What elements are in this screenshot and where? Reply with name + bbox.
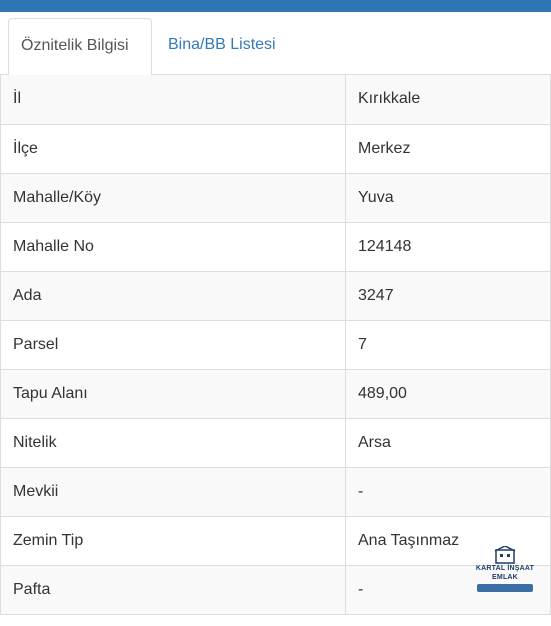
attribute-value: 7 [345, 319, 551, 370]
attribute-key: Mevkii [0, 466, 346, 517]
table-row: İlçe Merkez [0, 123, 551, 174]
tab-building-list[interactable]: Bina/BB Listesi [156, 18, 306, 75]
attribute-value: 124148 [345, 221, 551, 272]
table-row: İl Kırıkkale [0, 75, 551, 125]
attribute-key: İl [0, 75, 346, 125]
attribute-key: Mahalle/Köy [0, 172, 346, 223]
attribute-key: Pafta [0, 564, 346, 615]
attribute-value: - [345, 466, 551, 517]
building-logo-icon [494, 545, 516, 564]
table-row: Tapu Alanı 489,00 [0, 368, 551, 419]
table-row: Zemin Tip Ana Taşınmaz [0, 515, 551, 566]
attribute-key: Mahalle No [0, 221, 346, 272]
table-row: Mahalle No 124148 [0, 221, 551, 272]
attribute-value: Merkez [345, 123, 551, 174]
attribute-value: 3247 [345, 270, 551, 321]
table-row: Parsel 7 [0, 319, 551, 370]
attribute-table: İl Kırıkkale İlçe Merkez Mahalle/Köy Yuv… [0, 75, 551, 615]
attribute-key: İlçe [0, 123, 346, 174]
table-row: Pafta - [0, 564, 551, 615]
attribute-key: Zemin Tip [0, 515, 346, 566]
attribute-value: Kırıkkale [345, 75, 551, 125]
table-row: Mevkii - [0, 466, 551, 517]
table-row: Nitelik Arsa [0, 417, 551, 468]
table-row: Mahalle/Köy Yuva [0, 172, 551, 223]
top-header-bar [0, 0, 551, 12]
attribute-value: Arsa [345, 417, 551, 468]
attribute-key: Parsel [0, 319, 346, 370]
tab-attribute-info[interactable]: Öznitelik Bilgisi [8, 18, 152, 76]
attribute-key: Tapu Alanı [0, 368, 346, 419]
attribute-key: Ada [0, 270, 346, 321]
attribute-value: Yuva [345, 172, 551, 223]
logo-text-line1: KARTAL İNŞAAT [475, 565, 535, 572]
logo-text-line2: EMLAK [492, 574, 518, 581]
attribute-key: Nitelik [0, 417, 346, 468]
tab-bar: Öznitelik Bilgisi Bina/BB Listesi [0, 12, 551, 76]
attribute-value: 489,00 [345, 368, 551, 419]
logo-base-bar [477, 584, 533, 592]
kartal-logo: KARTAL İNŞAAT EMLAK [473, 545, 537, 608]
table-row: Ada 3247 [0, 270, 551, 321]
